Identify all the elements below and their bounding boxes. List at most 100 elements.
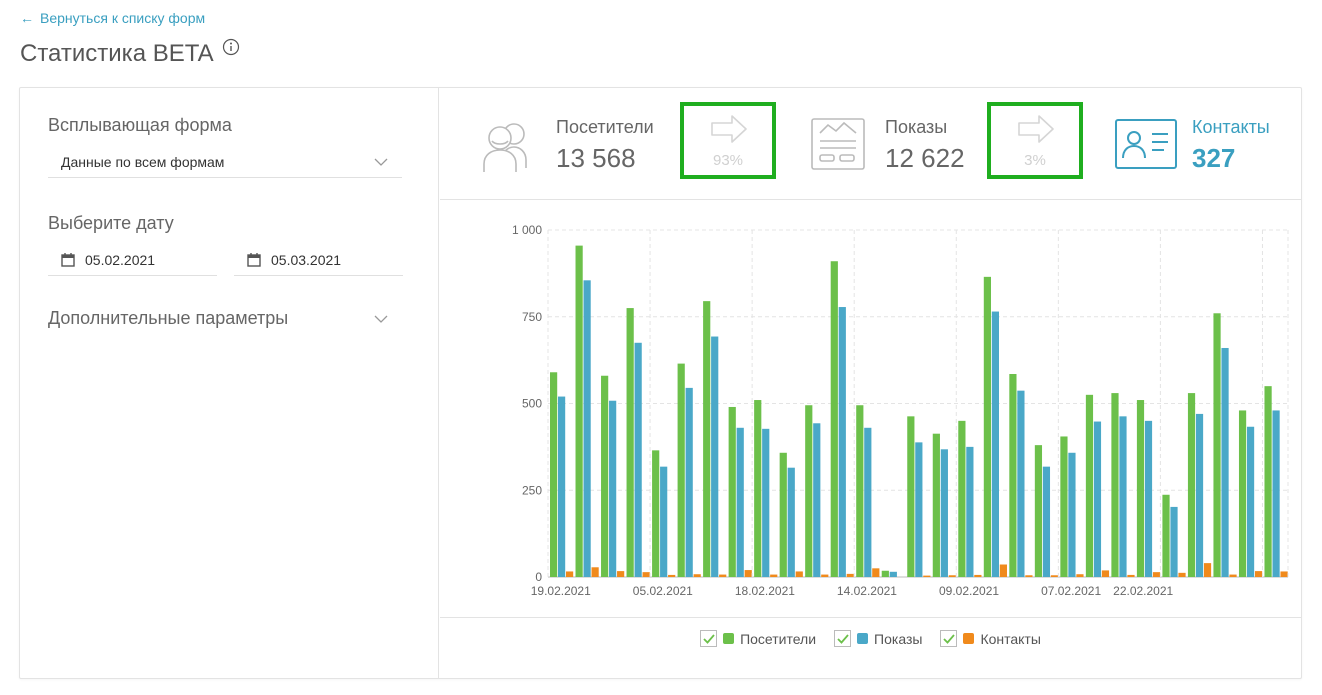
bar-contacts xyxy=(642,572,650,577)
bar-visitors xyxy=(550,372,558,577)
bar-shows xyxy=(1093,421,1102,577)
shows-swatch xyxy=(857,633,869,644)
x-tick-label: 18.02.2021 xyxy=(735,584,795,598)
legend-item-contacts[interactable]: Контакты xyxy=(940,630,1041,647)
legend-item-visitors[interactable]: Посетители xyxy=(700,630,816,647)
bar-visitors xyxy=(1111,393,1119,577)
form-label: Всплывающая форма xyxy=(48,115,232,135)
bar-shows xyxy=(838,307,846,577)
bar-visitors xyxy=(1162,494,1170,577)
filters-panel: Всплывающая форма Данные по всем формам … xyxy=(20,88,439,678)
extra-params-toggle[interactable]: Дополнительные параметры xyxy=(48,308,402,329)
bar-shows xyxy=(889,571,897,577)
bar-visitors xyxy=(1136,400,1145,577)
bar-contacts xyxy=(923,575,931,577)
bar-contacts xyxy=(668,574,676,577)
extra-params-label: Дополнительные параметры xyxy=(48,308,289,328)
x-tick-label: 19.02.2021 xyxy=(531,584,591,598)
bar-shows xyxy=(1170,506,1178,577)
bar-shows xyxy=(583,280,591,577)
shows-label: Показы xyxy=(885,117,948,137)
bar-contacts xyxy=(1076,574,1084,577)
bar-shows xyxy=(813,423,821,577)
bar-visitors xyxy=(1060,436,1068,577)
bar-contacts xyxy=(1152,572,1161,577)
x-tick-label: 09.02.2021 xyxy=(939,584,999,598)
legend-label: Посетители xyxy=(740,630,817,647)
shows-value: 12 622 xyxy=(885,143,965,173)
y-tick-label: 250 xyxy=(522,483,542,497)
bar-visitors xyxy=(856,405,864,577)
bar-contacts xyxy=(566,571,574,577)
page-title-text: Статистика BETA xyxy=(20,40,214,67)
bar-contacts xyxy=(1127,574,1135,577)
bar-contacts xyxy=(948,575,956,577)
bar-shows xyxy=(915,442,923,577)
arrow-left-icon: ← xyxy=(20,10,34,26)
legend-item-shows[interactable]: Показы xyxy=(834,630,922,647)
visitors-swatch xyxy=(723,633,735,644)
bar-visitors xyxy=(907,416,915,577)
bar-contacts xyxy=(1178,572,1186,577)
form-icon xyxy=(811,118,865,170)
chevron-down-icon xyxy=(374,315,388,323)
conversion-percent: 3% xyxy=(1024,152,1046,169)
bar-contacts xyxy=(744,570,752,577)
bar-shows xyxy=(558,396,566,577)
bar-contacts xyxy=(999,564,1007,577)
info-icon[interactable] xyxy=(222,38,240,56)
bar-shows xyxy=(609,400,617,577)
checkbox-checked-icon[interactable] xyxy=(834,630,852,647)
bar-visitors xyxy=(677,363,685,577)
bar-contacts xyxy=(1025,575,1033,577)
checkbox-checked-icon[interactable] xyxy=(940,630,958,647)
bar-visitors xyxy=(703,301,711,577)
date-to-field[interactable]: 05.03.2021 xyxy=(234,244,403,276)
bar-shows xyxy=(762,428,770,577)
bar-shows xyxy=(1246,426,1255,577)
bar-visitors xyxy=(958,420,966,577)
bar-contacts xyxy=(719,574,727,577)
bar-visitors xyxy=(728,406,736,577)
arrow-right-icon xyxy=(711,115,747,143)
x-tick-label: 07.02.2021 xyxy=(1041,584,1101,598)
bar-visitors xyxy=(1238,410,1247,577)
bar-shows xyxy=(1144,420,1153,577)
bar-contacts xyxy=(1280,571,1288,577)
visitors-label: Посетители xyxy=(556,117,654,137)
bar-shows xyxy=(1195,413,1204,577)
date-label: Выберите дату xyxy=(48,213,174,233)
back-link[interactable]: ← Вернуться к списку форм xyxy=(20,10,205,26)
bar-visitors xyxy=(652,450,660,577)
bar-shows xyxy=(660,466,668,577)
calendar-icon xyxy=(61,252,75,267)
arrow-right-icon xyxy=(1018,115,1054,143)
bar-shows xyxy=(736,427,744,577)
checkbox-checked-icon[interactable] xyxy=(700,630,718,647)
bar-contacts xyxy=(795,571,803,577)
date-from-field[interactable]: 05.02.2021 xyxy=(48,244,217,276)
bar-shows xyxy=(991,311,999,577)
legend-label: Показы xyxy=(874,630,923,647)
shows-to-contacts-conversion: 3% xyxy=(987,102,1083,179)
bar-visitors xyxy=(805,405,813,577)
contacts-value: 327 xyxy=(1192,143,1236,173)
bar-shows xyxy=(1042,466,1051,577)
contacts-label: Контакты xyxy=(1192,117,1270,137)
bar-contacts xyxy=(872,568,880,577)
visitors-icon xyxy=(483,123,527,172)
bar-visitors xyxy=(601,375,609,577)
bar-visitors xyxy=(830,261,838,577)
bar-contacts xyxy=(1229,574,1237,577)
contacts-swatch xyxy=(963,633,975,644)
bar-chart: 0 250 500 750 1 000 19.02.2021 05.02.2021 18.02… xyxy=(512,223,1289,598)
bar-contacts xyxy=(974,574,982,577)
statistics-card: Всплывающая форма Данные по всем формам … xyxy=(19,87,1302,679)
chart-legend: Посетители Показы Контакты xyxy=(440,630,1301,647)
form-select[interactable]: Данные по всем формам xyxy=(48,146,402,178)
page-title: Статистика BETA xyxy=(20,38,240,68)
back-link-label: Вернуться к списку форм xyxy=(40,10,206,26)
bar-shows xyxy=(787,467,795,577)
x-tick-label: 14.02.2021 xyxy=(837,584,897,598)
bar-shows xyxy=(966,446,974,577)
